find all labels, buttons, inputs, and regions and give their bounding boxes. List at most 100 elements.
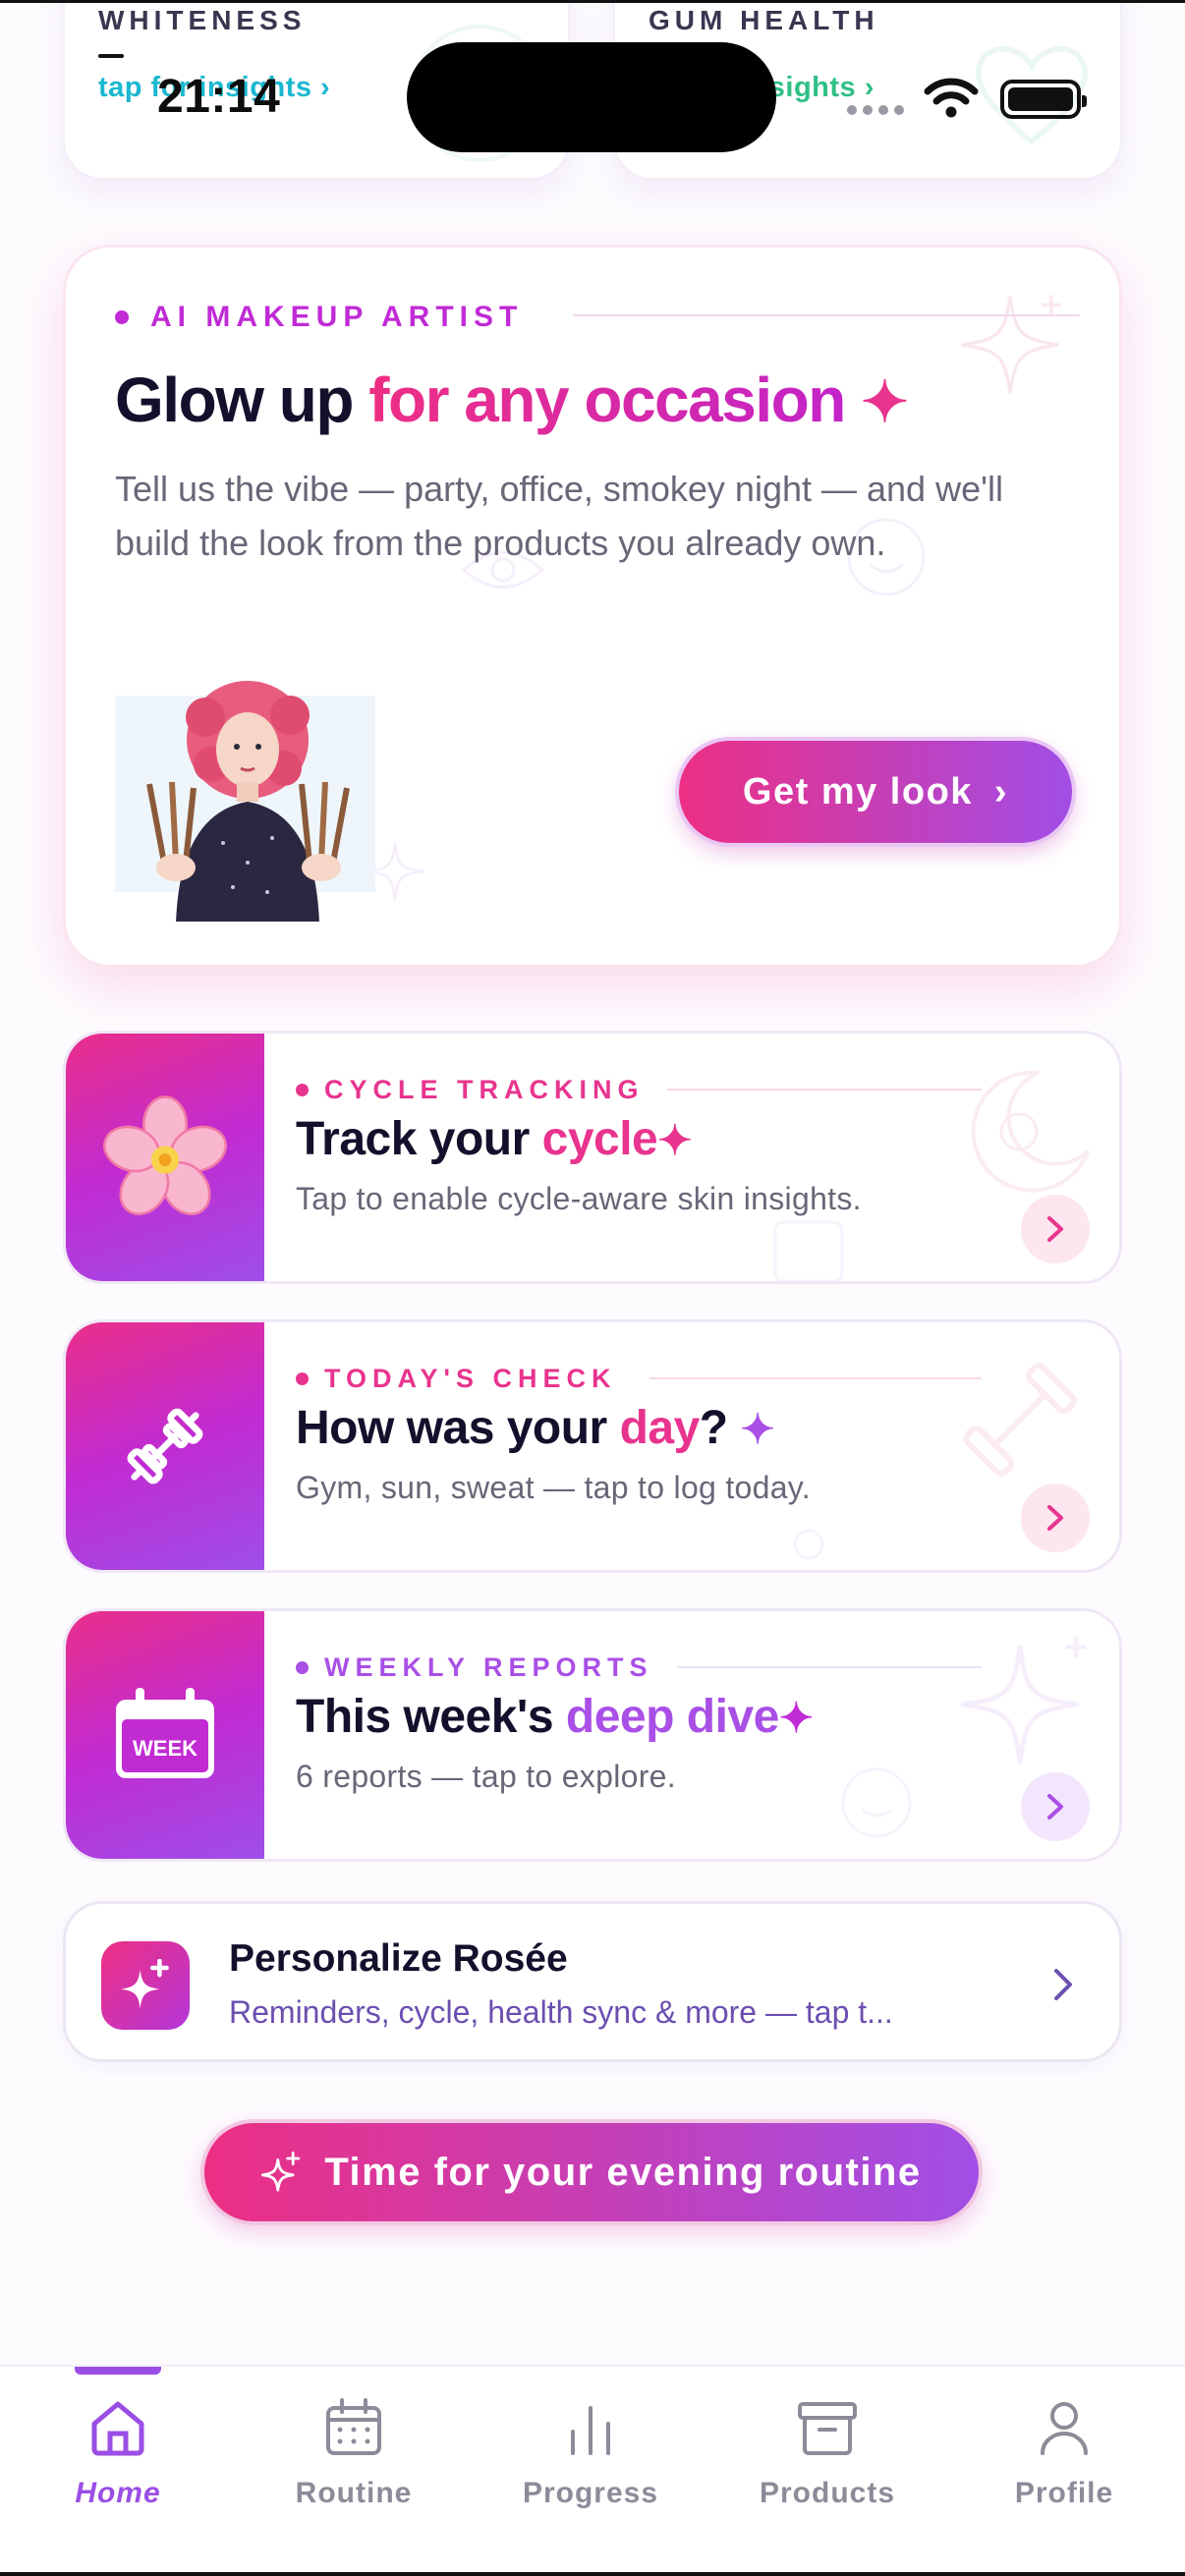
sparkle-decoration-icon (961, 295, 1061, 394)
cycle-tracking-icon-panel (66, 1034, 264, 1281)
weekly-reports-card[interactable]: WEEK WEEKLY REPORTS This week's deep div… (63, 1608, 1122, 1862)
tab-profile-label: Profile (1014, 2477, 1114, 2509)
dumbbell-decoration-icon (963, 1363, 1077, 1477)
cycle-tracking-chevron-button[interactable] (1021, 1195, 1090, 1263)
ai-makeup-kicker-text: AI MAKEUP ARTIST (150, 301, 524, 333)
title-end: ? (699, 1402, 741, 1454)
personalize-icon-tile (101, 1941, 190, 2030)
title-plain: Track your (296, 1113, 542, 1165)
hero-description: Tell us the vibe — party, office, smokey… (115, 469, 1003, 563)
title-plain: How was your (296, 1402, 620, 1454)
chevron-right-icon (1047, 1216, 1063, 1242)
ai-makeup-kicker: AI MAKEUP ARTIST (115, 301, 523, 334)
weekly-reports-icon-panel: WEEK (66, 1611, 264, 1859)
active-tab-indicator (75, 2367, 161, 2375)
kicker-divider (677, 1666, 982, 1668)
dynamic-island (407, 42, 776, 152)
personalize-row[interactable]: Personalize Rosée Reminders, cycle, heal… (63, 1901, 1122, 2062)
kicker-divider (573, 314, 1080, 316)
calendar-icon (326, 2398, 381, 2455)
weekly-reports-kicker-text: WEEKLY REPORTS (324, 1652, 653, 1682)
todays-check-title: How was your day? ✦ (296, 1401, 775, 1455)
sparkle-icon: ✦ (657, 1117, 692, 1163)
tab-progress-label: Progress (522, 2477, 659, 2509)
cycle-tracking-kicker-text: CYCLE TRACKING (324, 1075, 645, 1104)
person-icon (1041, 2402, 1088, 2455)
sun-decoration-icon (793, 1529, 824, 1560)
todays-check-subtitle: Gym, sun, sweat — tap to log today. (296, 1470, 811, 1505)
ai-makeup-card[interactable]: AI MAKEUP ARTIST Glow up for any occasio… (63, 245, 1122, 968)
home-icon (91, 2401, 144, 2456)
kicker-dot (296, 1661, 309, 1674)
cycle-tracking-card[interactable]: CYCLE TRACKING Track your cycle✦ Tap to … (63, 1031, 1122, 1284)
weekly-reports-subtitle: 6 reports — tap to explore. (296, 1759, 676, 1794)
bottom-tab-bar: Home Routine Progress Products Profile (0, 2365, 1185, 2572)
whiteness-value-dash (98, 54, 124, 58)
tab-routine-label: Routine (295, 2477, 413, 2509)
sparkles-icon (261, 2152, 301, 2192)
chevron-right-icon: › (993, 770, 1009, 812)
cherry-blossom-icon (103, 1095, 227, 1215)
dumbbell-icon (127, 1408, 203, 1484)
get-my-look-label: Get my look (742, 770, 973, 812)
calendar-week-text: WEEK (133, 1736, 198, 1761)
hero-title: Glow up for any occasion ✦ (115, 364, 909, 436)
weekly-reports-kicker: WEEKLY REPORTS (296, 1652, 653, 1683)
bar-chart-icon (571, 2406, 610, 2455)
personalize-subtitle: Reminders, cycle, health sync & more — t… (229, 1994, 893, 2030)
todays-check-icon-panel (66, 1322, 264, 1570)
chevron-right-icon (1054, 1969, 1072, 2000)
wifi-icon (924, 78, 979, 118)
archive-box-icon (798, 2402, 857, 2455)
smile-decoration-icon (841, 1767, 912, 1838)
evening-routine-label: Time for your evening routine (324, 2150, 922, 2194)
todays-check-chevron-button[interactable] (1021, 1484, 1090, 1552)
todays-check-kicker: TODAY'S CHECK (296, 1364, 616, 1394)
get-my-look-button[interactable]: Get my look › (675, 737, 1076, 847)
evening-routine-button[interactable]: Time for your evening routine (200, 2119, 983, 2225)
tab-progress[interactable]: Progress (502, 2396, 679, 2510)
todays-check-kicker-text: TODAY'S CHECK (324, 1364, 617, 1393)
weekly-reports-chevron-button[interactable] (1021, 1772, 1090, 1841)
moon-flower-decoration-icon (971, 1070, 1090, 1193)
calendar-week-icon: WEEK (116, 1688, 214, 1778)
kicker-dot (296, 1084, 309, 1096)
personalize-title: Personalize Rosée (229, 1937, 568, 1980)
cycle-tracking-subtitle: Tap to enable cycle-aware skin insights. (296, 1181, 862, 1216)
hero-title-plain: Glow up (115, 364, 369, 435)
title-highlight: day (619, 1402, 701, 1454)
kicker-dot (296, 1372, 309, 1385)
sparkle-icon: ✦ (778, 1695, 814, 1741)
battery-icon (1000, 80, 1087, 119)
title-plain: This week's (296, 1691, 566, 1743)
status-time: 21:14 (157, 71, 281, 123)
kicker-divider (649, 1377, 982, 1379)
cycle-tracking-kicker: CYCLE TRACKING (296, 1075, 645, 1105)
tab-profile[interactable]: Profile (976, 2396, 1153, 2510)
tab-products-label: Products (759, 2477, 896, 2509)
gum-health-label: GUM HEALTH (649, 5, 879, 35)
cellular-signal-icon (847, 105, 904, 115)
todays-check-card[interactable]: TODAY'S CHECK How was your day? ✦ Gym, s… (63, 1319, 1122, 1573)
sparkles-icon (120, 1959, 169, 2009)
tab-products[interactable]: Products (739, 2396, 916, 2510)
cycle-tracking-title: Track your cycle✦ (296, 1112, 692, 1166)
makeup-artist-illustration (115, 681, 375, 922)
kicker-divider (667, 1089, 982, 1091)
chevron-right-icon (1047, 1505, 1063, 1531)
home-screen: WHITENESS tap for insights › GUM HEALTH … (0, 0, 1185, 2576)
title-highlight: cycle (541, 1113, 658, 1165)
chevron-right-icon (1047, 1794, 1063, 1820)
kicker-dot (115, 310, 129, 324)
weekly-reports-title: This week's deep dive✦ (296, 1690, 814, 1744)
tab-routine[interactable]: Routine (265, 2396, 442, 2510)
sparkle-icon: ✦ (740, 1406, 775, 1452)
whiteness-label: WHITENESS (98, 5, 307, 35)
title-highlight: deep dive (565, 1691, 779, 1743)
tab-home[interactable]: Home (29, 2396, 206, 2510)
sparkle-decoration-icon (960, 1637, 1087, 1764)
tab-home-label: Home (75, 2477, 161, 2509)
sparkle-icon: ✦ (861, 370, 909, 434)
hero-title-highlight: for any occasion (368, 364, 846, 435)
calendar-decoration-icon (773, 1220, 844, 1281)
